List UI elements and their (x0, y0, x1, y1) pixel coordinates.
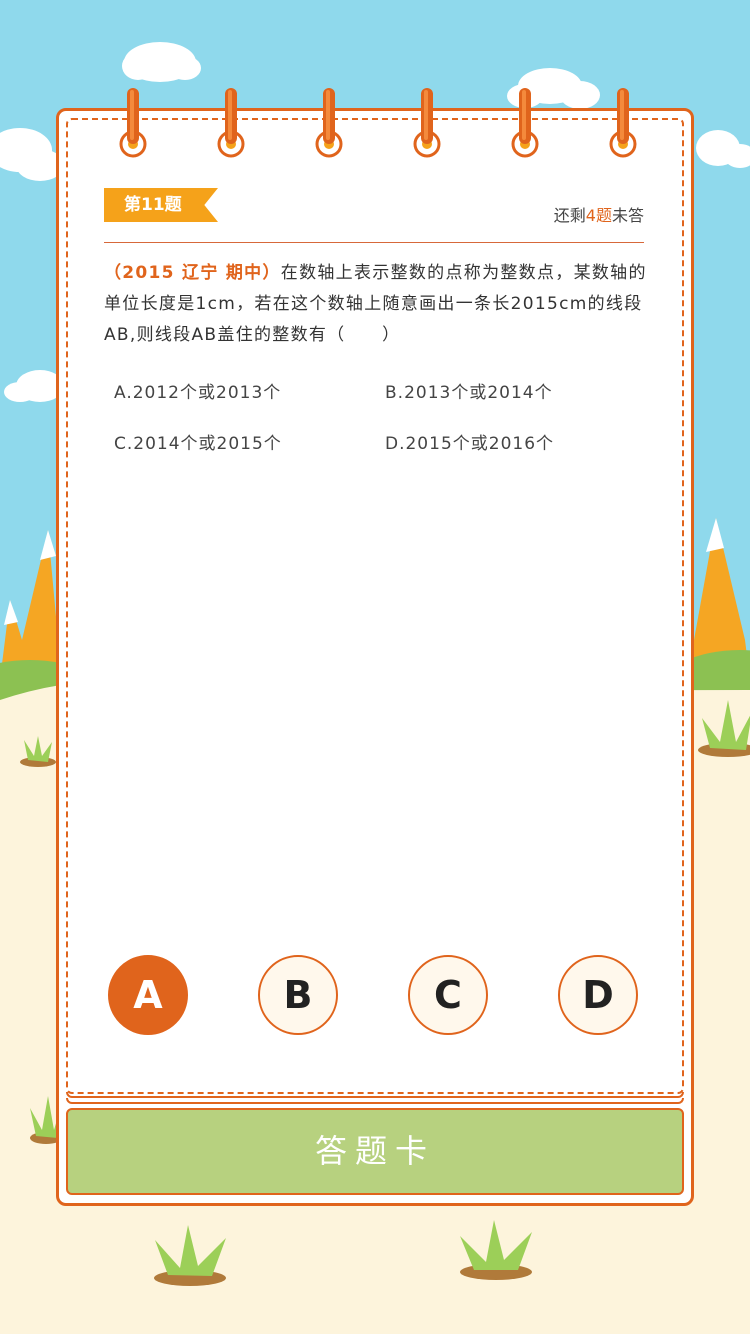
remaining-prefix: 还剩 (553, 206, 586, 225)
spiral-ring-icon (217, 88, 245, 158)
spiral-ring-icon (119, 88, 147, 158)
spiral-ring-icon (315, 88, 343, 158)
remaining-suffix: 未答 (611, 206, 644, 225)
option-a-text: A.2012个或2013个 (114, 383, 282, 403)
spiral-ring-icon (413, 88, 441, 158)
header-divider (104, 242, 644, 243)
answer-card-button[interactable]: 答题卡 (66, 1108, 684, 1195)
answer-button-b[interactable]: B (258, 955, 338, 1035)
spiral-ring-icon (511, 88, 539, 158)
question-source: （2015 辽宁 期中） (104, 263, 281, 283)
remaining-count: 还剩4题未答 (554, 202, 644, 226)
question-number-badge: 第11题 (104, 188, 218, 222)
question-text: （2015 辽宁 期中）在数轴上表示整数的点称为整数点，某数轴的单位长度是1cm… (104, 258, 652, 351)
page-edge (66, 1098, 684, 1104)
spiral-ring-icon (609, 88, 637, 158)
answer-button-c[interactable]: C (408, 955, 488, 1035)
answer-button-a[interactable]: A (108, 955, 188, 1035)
answer-button-d[interactable]: D (558, 955, 638, 1035)
remaining-number: 4题 (585, 206, 612, 225)
option-c-text: C.2014个或2015个 (114, 434, 282, 454)
option-b-text: B.2013个或2014个 (385, 383, 553, 403)
option-d-text: D.2015个或2016个 (385, 434, 555, 454)
